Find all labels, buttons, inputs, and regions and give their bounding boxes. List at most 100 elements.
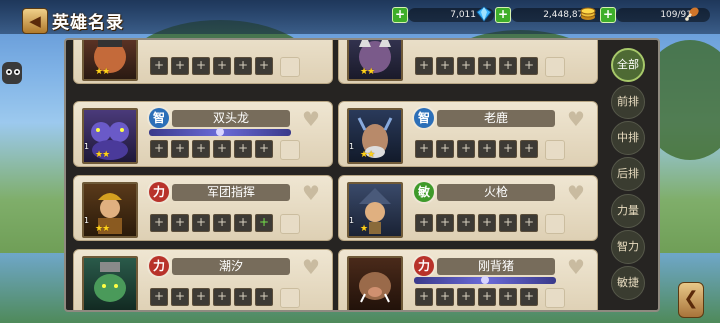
add-stamina-button[interactable]: + — [600, 7, 616, 23]
equipment-slots: + + + + + + — [150, 214, 300, 234]
equip-slot[interactable]: + — [213, 140, 231, 158]
equip-slot[interactable]: + — [150, 214, 168, 232]
filter-front-button[interactable]: 前排 — [611, 85, 645, 119]
equip-slot[interactable]: + — [255, 288, 273, 306]
equip-slot[interactable]: + — [436, 288, 454, 306]
equip-slot[interactable]: + — [150, 288, 168, 306]
equip-slot[interactable]: + — [499, 214, 517, 232]
equip-slot[interactable]: + — [520, 214, 538, 232]
equip-slot[interactable]: + — [478, 214, 496, 232]
add-diamond-button[interactable]: + — [392, 7, 408, 23]
equipment-slots: + + + + + + — [415, 57, 565, 77]
filter-intelligence-button[interactable]: 智力 — [611, 230, 645, 264]
hero-name: 军团指挥 — [172, 184, 290, 201]
hero-name: 潮汐 — [172, 258, 290, 275]
rune-slot[interactable] — [545, 214, 565, 234]
equip-slot[interactable]: + — [192, 214, 210, 232]
equip-slot[interactable]: + — [171, 140, 189, 158]
equip-slot[interactable]: + — [499, 288, 517, 306]
equip-slot[interactable]: + — [171, 288, 189, 306]
hero-list-panel[interactable]: ★★ + + + + + + ★★ + + + + + + 1 ★★ 智 双头龙… — [64, 38, 660, 312]
filter-strength-button[interactable]: 力量 — [611, 194, 645, 228]
equip-slot[interactable]: + — [213, 57, 231, 75]
equip-slot[interactable]: + — [457, 57, 475, 75]
filter-agility-button[interactable]: 敏捷 — [611, 266, 645, 300]
hero-card[interactable]: 力 刚背猪 ♥ + + + + + + — [338, 249, 598, 310]
equip-slot[interactable]: + — [436, 140, 454, 158]
favorite-heart-icon[interactable]: ♥ — [565, 108, 587, 130]
hero-stars: ★★ — [95, 67, 110, 77]
favorite-heart-icon[interactable]: ♥ — [300, 182, 322, 204]
hero-level: 1 — [349, 142, 355, 151]
filter-back-button[interactable]: 后排 — [611, 157, 645, 191]
rune-slot[interactable] — [280, 214, 300, 234]
equip-slot[interactable]: + — [192, 288, 210, 306]
hero-two-headed-dragon-icon — [91, 122, 129, 160]
rune-slot[interactable] — [280, 288, 300, 308]
equip-slot[interactable]: + — [457, 140, 475, 158]
equip-slot[interactable]: + — [255, 57, 273, 75]
hero-portrait — [347, 108, 403, 164]
rune-slot[interactable] — [280, 57, 300, 77]
equip-slot[interactable]: + — [436, 57, 454, 75]
equip-slot[interactable]: + — [171, 214, 189, 232]
favorite-heart-icon[interactable]: ♥ — [300, 108, 322, 130]
hero-progress-bar — [414, 276, 556, 284]
equip-slot[interactable]: + — [457, 288, 475, 306]
hero-card[interactable]: 1 ★★ 智 老鹿 ♥ + + + + + + — [338, 101, 598, 167]
equip-slot-available[interactable]: + — [255, 214, 273, 232]
equip-slot[interactable]: + — [234, 214, 252, 232]
side-menu-toggle-button[interactable]: ❮ — [678, 282, 704, 318]
equip-slot[interactable]: + — [499, 140, 517, 158]
equip-slot[interactable]: + — [171, 57, 189, 75]
rune-slot[interactable] — [545, 288, 565, 308]
equip-slot[interactable]: + — [436, 214, 454, 232]
favorite-heart-icon[interactable]: ♥ — [300, 256, 322, 278]
equip-slot[interactable]: + — [415, 140, 433, 158]
hero-card[interactable]: ★★ + + + + + + — [73, 40, 333, 84]
favorite-heart-icon[interactable]: ♥ — [565, 256, 587, 278]
hero-card[interactable]: 1 ★★ 力 军团指挥 ♥ + + + + + + — [73, 175, 333, 241]
equip-slot[interactable]: + — [457, 214, 475, 232]
equip-slot[interactable]: + — [213, 214, 231, 232]
equip-slot[interactable]: + — [415, 288, 433, 306]
equip-slot[interactable]: + — [213, 288, 231, 306]
drumstick-icon — [685, 7, 699, 21]
equip-slot[interactable]: + — [415, 214, 433, 232]
filter-middle-button[interactable]: 中排 — [611, 121, 645, 155]
equip-slot[interactable]: + — [150, 57, 168, 75]
equip-slot[interactable]: + — [234, 140, 252, 158]
equip-slot[interactable]: + — [234, 57, 252, 75]
equipment-slots: + + + + + + — [415, 288, 565, 308]
favorite-heart-icon[interactable]: ♥ — [565, 182, 587, 204]
back-button[interactable]: ◀ — [22, 8, 48, 34]
equip-slot[interactable]: + — [499, 57, 517, 75]
add-gold-button[interactable]: + — [495, 7, 511, 23]
hero-card[interactable]: ★★ + + + + + + — [338, 40, 598, 84]
hero-level: 1 — [84, 216, 90, 225]
equip-slot[interactable]: + — [150, 140, 168, 158]
equip-slot[interactable]: + — [415, 57, 433, 75]
hero-card[interactable]: 力 潮汐 ♥ + + + + + + — [73, 249, 333, 310]
equip-slot[interactable]: + — [520, 140, 538, 158]
equip-slot[interactable]: + — [255, 140, 273, 158]
rune-slot[interactable] — [280, 140, 300, 160]
hero-name: 双头龙 — [172, 110, 290, 127]
hero-boar-icon — [359, 272, 391, 303]
hero-card[interactable]: 1 ★★ 智 双头龙 ♥ + + + + + + — [73, 101, 333, 167]
equip-slot[interactable]: + — [478, 57, 496, 75]
hero-name: 老鹿 — [437, 110, 555, 127]
equip-slot[interactable]: + — [520, 57, 538, 75]
hero-card[interactable]: 1 ★ 敏 火枪 ♥ + + + + + + — [338, 175, 598, 241]
equip-slot[interactable]: + — [478, 140, 496, 158]
equip-slot[interactable]: + — [192, 57, 210, 75]
filter-all-button[interactable]: 全部 — [611, 48, 645, 82]
equip-slot[interactable]: + — [192, 140, 210, 158]
rune-slot[interactable] — [545, 140, 565, 160]
chevron-left-icon: ❮ — [683, 288, 699, 309]
hero-stars: ★★ — [360, 67, 375, 77]
equip-slot[interactable]: + — [520, 288, 538, 306]
equip-slot[interactable]: + — [234, 288, 252, 306]
rune-slot[interactable] — [545, 57, 565, 77]
equip-slot[interactable]: + — [478, 288, 496, 306]
